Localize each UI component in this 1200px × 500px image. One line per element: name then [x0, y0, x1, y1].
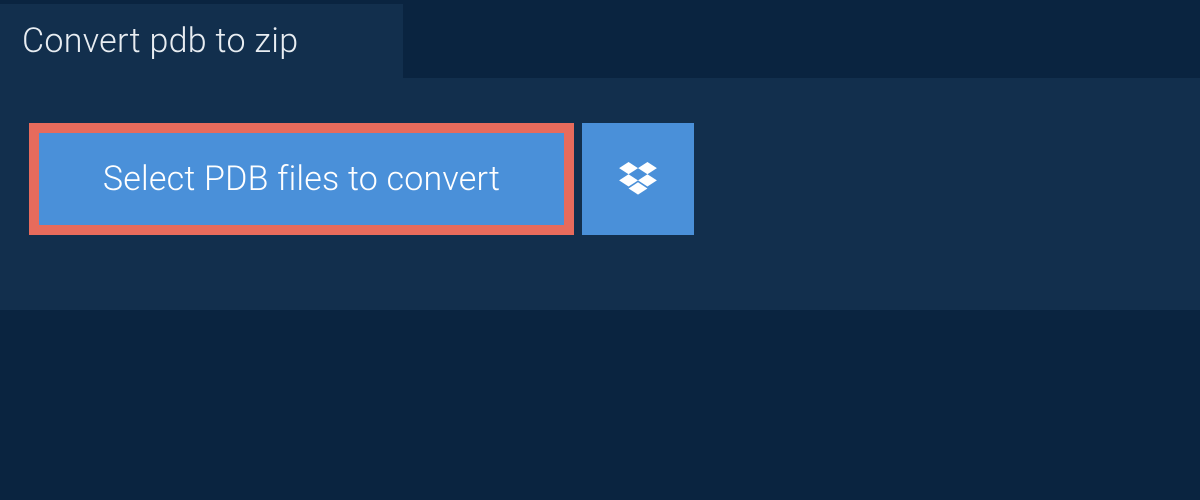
select-files-button[interactable]: Select PDB files to convert — [29, 123, 574, 235]
dropbox-icon — [619, 162, 657, 196]
dropbox-button[interactable] — [582, 123, 694, 235]
tab-label: Convert pdb to zip — [22, 21, 298, 61]
main-panel: Select PDB files to convert — [0, 78, 1200, 310]
tab-convert[interactable]: Convert pdb to zip — [0, 4, 403, 78]
select-files-label: Select PDB files to convert — [103, 159, 500, 199]
button-row: Select PDB files to convert — [29, 123, 694, 235]
